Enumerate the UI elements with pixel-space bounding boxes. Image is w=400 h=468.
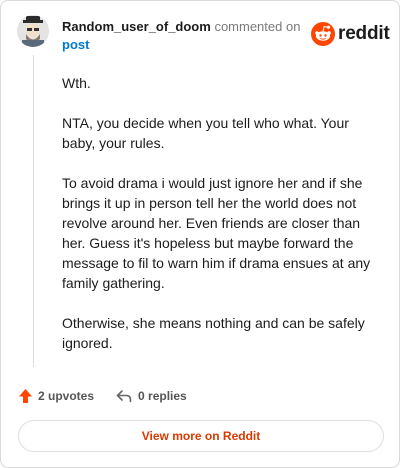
reply-count: 0 replies: [138, 389, 187, 403]
comment-paragraph: Otherwise, she means nothing and can be …: [62, 315, 365, 351]
reddit-logo[interactable]: reddit: [311, 21, 390, 47]
username-link[interactable]: Random_user_of_doom: [62, 19, 211, 34]
upvote-button[interactable]: 2 upvotes: [18, 388, 94, 404]
upvote-count: 2 upvotes: [38, 389, 95, 403]
action-text: commented on: [214, 19, 301, 34]
comment-header: Random_user_of_doom commented on post: [62, 18, 302, 54]
reddit-snoo-icon: [311, 22, 335, 46]
comment-body: Wth. NTA, you decide when you tell who w…: [62, 73, 380, 373]
comment-paragraph: Wth.: [62, 75, 91, 91]
replies-button[interactable]: 0 replies: [116, 389, 187, 403]
view-more-button[interactable]: View more on Reddit: [18, 420, 384, 452]
avatar[interactable]: [17, 15, 49, 47]
reddit-comment-card: Random_user_of_doom commented on post re…: [0, 0, 400, 468]
avatar-icon: [17, 15, 49, 47]
comment-paragraph: NTA, you decide when you tell who what. …: [62, 115, 349, 151]
upvote-arrow-icon: [19, 389, 32, 403]
reddit-wordmark: reddit: [338, 23, 390, 44]
post-link[interactable]: post: [62, 37, 89, 52]
comment-paragraph: To avoid drama i would just ignore her a…: [62, 175, 371, 291]
thread-line: [33, 55, 34, 367]
view-more-label: View more on Reddit: [141, 429, 261, 443]
comment-footer: 2 upvotes 0 replies: [18, 387, 187, 405]
reply-arrow-icon: [116, 390, 132, 403]
